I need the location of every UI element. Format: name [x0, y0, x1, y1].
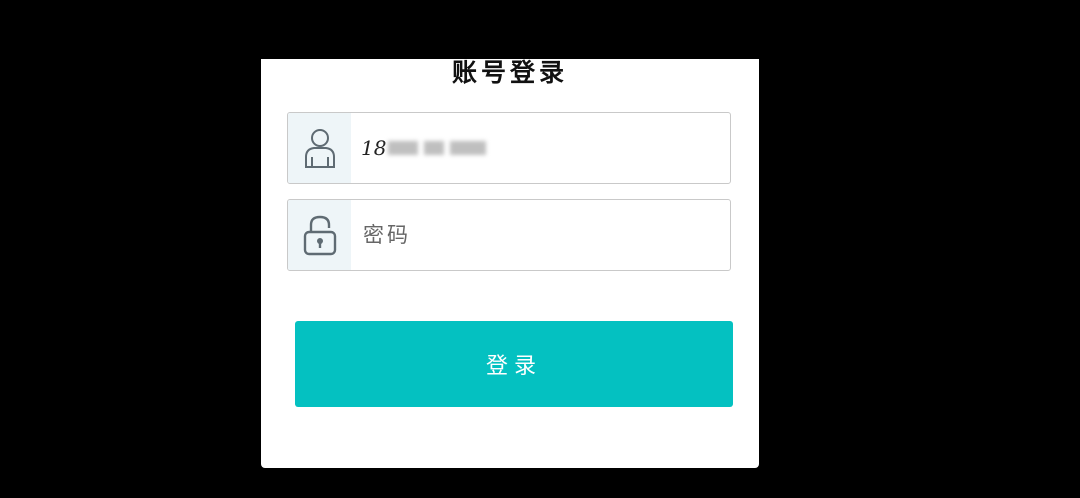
login-button[interactable]: 登录	[295, 321, 733, 407]
username-field[interactable]: 18	[287, 112, 731, 184]
redacted-blur	[424, 141, 445, 155]
username-value-text: 18	[361, 136, 387, 160]
password-icon-box	[288, 200, 351, 270]
redacted-blur	[450, 141, 487, 155]
username-icon-box	[288, 113, 351, 183]
password-input[interactable]	[361, 222, 705, 248]
dialog-title: 账号登录	[451, 58, 568, 87]
password-field[interactable]	[287, 199, 731, 271]
lock-icon	[303, 215, 336, 256]
username-value[interactable]: 18	[361, 136, 487, 160]
login-dialog: 账号登录 18 登录	[261, 58, 759, 468]
user-icon	[304, 129, 335, 168]
redacted-blur	[388, 141, 419, 155]
